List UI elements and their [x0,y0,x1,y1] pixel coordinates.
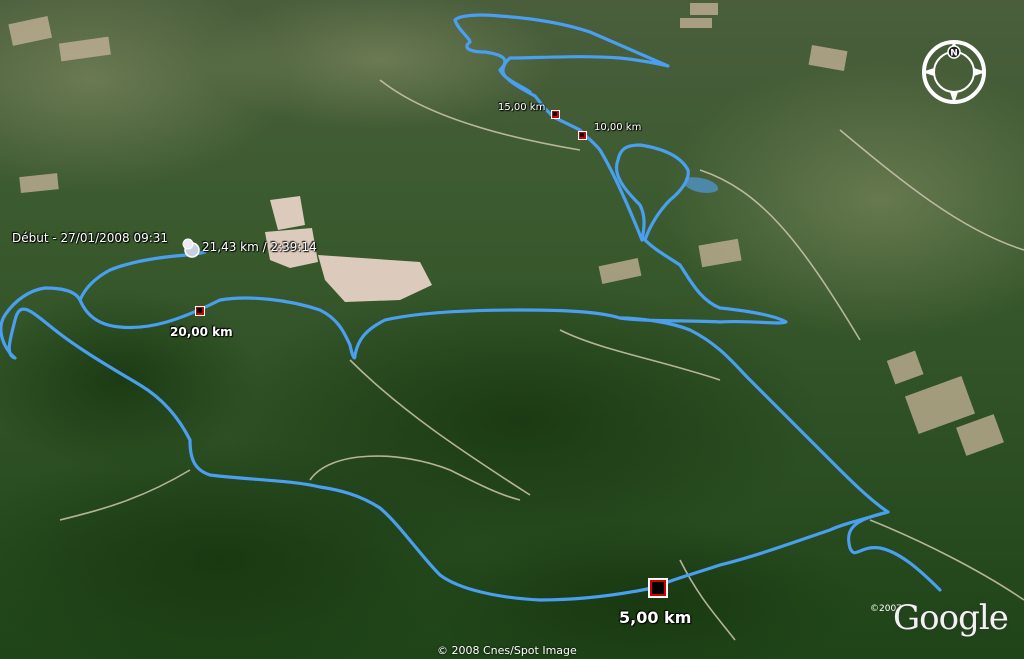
marker-10km-label: 10,00 km [594,122,642,133]
marker-5km-label: 5,00 km [619,608,692,627]
marker-20km[interactable] [195,306,205,316]
marker-10km[interactable] [578,131,587,140]
marker-5km[interactable] [648,578,668,598]
gps-track-main-loop [0,286,890,602]
gps-track-layer [0,13,942,602]
start-label: Début - 27/01/2008 09:31 [12,231,169,245]
marker-20km-dot [197,308,202,313]
marker-10km-dot [580,133,584,137]
imagery-attribution: © 2008 Cnes/Spot Image [437,644,577,657]
marker-15km-label: 15,00 km [498,102,546,113]
gps-track-start-segment [78,250,207,302]
map-viewport[interactable]: 20,00 km 15,00 km 10,00 km 5,00 km Début… [0,0,1024,659]
compass-icon[interactable]: N [920,38,988,106]
end-label: 21,43 km / 2:39:14 [202,240,317,254]
marker-15km-dot [553,112,557,116]
marker-15km[interactable] [551,110,560,119]
start-end-pin-icon[interactable] [180,236,202,258]
compass-north-letter: N [950,49,958,59]
marker-5km-dot [652,582,664,594]
google-logo: Google [893,598,1009,638]
marker-20km-label: 20,00 km [170,325,233,339]
